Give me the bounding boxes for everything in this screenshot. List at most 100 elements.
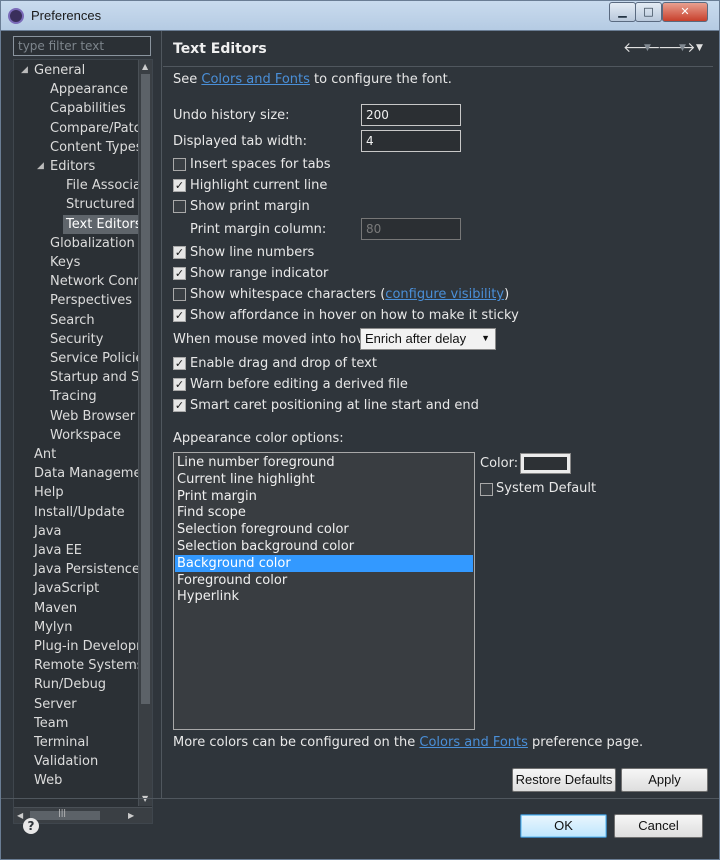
color-option-item[interactable]: Selection foreground color bbox=[175, 521, 473, 538]
tree-item[interactable]: Remote Systems bbox=[34, 656, 144, 675]
scroll-left-icon[interactable]: ◀ bbox=[17, 811, 23, 820]
tree-item[interactable]: Validation bbox=[34, 752, 98, 771]
tree-item[interactable]: Server bbox=[34, 695, 77, 714]
insert-spaces-checkbox[interactable] bbox=[173, 158, 186, 171]
tree-item[interactable]: Team bbox=[34, 714, 68, 733]
forward-dropdown-icon[interactable]: ▼ bbox=[679, 43, 686, 53]
system-default-label: System Default bbox=[496, 481, 597, 496]
tree-item-label: Ant bbox=[34, 447, 57, 462]
tab-width-input[interactable]: 4 bbox=[361, 130, 461, 152]
color-option-item[interactable]: Hyperlink bbox=[175, 588, 473, 605]
tree-item[interactable]: Data Management bbox=[34, 464, 152, 483]
tree-item[interactable]: Java Persistence bbox=[34, 560, 140, 579]
tree-item[interactable]: Tracing bbox=[50, 387, 97, 406]
tree-item[interactable]: Content Types bbox=[50, 138, 142, 157]
page-title: Text Editors bbox=[173, 41, 267, 57]
color-option-item[interactable]: Current line highlight bbox=[175, 471, 473, 488]
tree-item[interactable]: Terminal bbox=[34, 733, 89, 752]
tree-item[interactable]: Keys bbox=[50, 253, 80, 272]
tree-item[interactable]: Plug-in Development bbox=[34, 637, 152, 656]
cancel-button[interactable]: Cancel bbox=[614, 814, 703, 838]
tree-item[interactable]: Run/Debug bbox=[34, 675, 106, 694]
tree-item[interactable]: Install/Update bbox=[34, 503, 125, 522]
tree-item[interactable]: Java EE bbox=[34, 541, 82, 560]
tree-item-label: Maven bbox=[34, 600, 78, 616]
tree-item[interactable]: Web bbox=[34, 771, 62, 790]
print-margin-checkbox[interactable] bbox=[173, 200, 186, 213]
print-margin-label: Show print margin bbox=[190, 199, 310, 214]
line-numbers-checkbox[interactable]: ✓ bbox=[173, 246, 186, 259]
tree-item[interactable]: Security bbox=[50, 330, 103, 349]
color-option-item[interactable]: Background color bbox=[175, 554, 473, 572]
tree-item[interactable]: ◢ Editors bbox=[37, 157, 95, 176]
tree-item[interactable]: Service Policies bbox=[50, 349, 150, 368]
tree-item[interactable]: Help bbox=[34, 483, 64, 502]
filter-input[interactable]: type filter text bbox=[13, 36, 151, 56]
restore-defaults-button[interactable]: Restore Defaults bbox=[512, 768, 616, 792]
forward-arrow-icon[interactable]: 🡒 bbox=[658, 39, 696, 56]
tree-item-label: Remote Systems bbox=[34, 658, 144, 674]
warn-derived-checkbox[interactable]: ✓ bbox=[173, 378, 186, 391]
whitespace-checkbox[interactable] bbox=[173, 288, 186, 301]
expand-arrow-icon[interactable]: ◢ bbox=[37, 157, 47, 176]
tree-item-label: Appearance bbox=[50, 82, 129, 98]
tree-item-label: Perspectives bbox=[50, 293, 133, 309]
color-option-item[interactable]: Foreground color bbox=[175, 572, 473, 589]
tree-item[interactable]: Workspace bbox=[50, 426, 121, 445]
color-picker-button[interactable] bbox=[520, 453, 571, 474]
tree-vscroll-thumb[interactable] bbox=[141, 74, 150, 704]
tree-item[interactable]: Globalization bbox=[50, 234, 135, 253]
scroll-right-icon[interactable]: ▶ bbox=[128, 811, 134, 820]
tree-item[interactable]: Compare/Patch bbox=[50, 119, 149, 138]
preferences-tree[interactable]: ◢ General Appearance Capabilities Compare/Pa… bbox=[13, 59, 153, 824]
tree-item[interactable]: Search bbox=[50, 311, 95, 330]
tree-vertical-scrollbar[interactable]: ▲ ▼ bbox=[138, 60, 152, 806]
whitespace-label: Show whitespace characters (configure vi… bbox=[190, 287, 509, 302]
tree-item[interactable]: JavaScript bbox=[34, 579, 99, 598]
apply-button[interactable]: Apply bbox=[621, 768, 708, 792]
tree-item[interactable]: Java bbox=[34, 522, 61, 541]
tree-item-label: Web bbox=[34, 773, 63, 789]
color-option-item[interactable]: Line number foreground bbox=[175, 454, 473, 471]
hover-dropdown[interactable]: Enrich after delay ▼ bbox=[360, 328, 496, 350]
colors-and-fonts-link[interactable]: Colors and Fonts bbox=[201, 72, 310, 87]
range-indicator-checkbox[interactable]: ✓ bbox=[173, 267, 186, 280]
ok-button[interactable]: OK bbox=[520, 814, 607, 838]
undo-history-input[interactable]: 200 bbox=[361, 104, 461, 126]
tree-item[interactable]: Perspectives bbox=[50, 291, 132, 310]
close-button[interactable]: ✕ bbox=[662, 2, 708, 22]
maximize-button[interactable]: □ bbox=[635, 2, 662, 22]
color-option-item[interactable]: Selection background color bbox=[175, 538, 473, 555]
tree-item[interactable]: Maven bbox=[34, 599, 77, 618]
colors-and-fonts-link-2[interactable]: Colors and Fonts bbox=[419, 735, 528, 750]
scroll-up-icon[interactable]: ▲ bbox=[142, 62, 148, 71]
highlight-line-checkbox[interactable]: ✓ bbox=[173, 179, 186, 192]
drag-drop-checkbox[interactable]: ✓ bbox=[173, 357, 186, 370]
tree-item[interactable]: Capabilities bbox=[50, 99, 126, 118]
help-icon[interactable]: ? bbox=[23, 818, 39, 834]
color-option-item[interactable]: Find scope bbox=[175, 504, 473, 521]
system-default-checkbox[interactable] bbox=[480, 483, 493, 496]
minimize-button[interactable]: ▁ bbox=[609, 2, 636, 22]
pane-divider[interactable] bbox=[161, 31, 162, 798]
tree-item[interactable]: Ant bbox=[34, 445, 56, 464]
tree-item[interactable]: Mylyn bbox=[34, 618, 72, 637]
tree-hscroll-thumb[interactable]: ||| bbox=[30, 808, 100, 820]
configure-visibility-link[interactable]: configure visibility bbox=[385, 287, 504, 302]
color-option-item[interactable]: Print margin bbox=[175, 488, 473, 505]
back-dropdown-icon[interactable]: ▼ bbox=[644, 43, 651, 53]
tree-item-label: Run/Debug bbox=[34, 677, 107, 693]
print-margin-column-input[interactable]: 80 bbox=[361, 218, 461, 240]
see-prefix: See bbox=[173, 72, 202, 87]
color-options-list[interactable]: Line number foreground Current line highl… bbox=[173, 452, 475, 730]
tree-item[interactable]: ◢ General bbox=[21, 61, 85, 80]
expand-arrow-icon[interactable]: ◢ bbox=[21, 61, 31, 80]
tree-item[interactable]: Text Editors bbox=[63, 214, 145, 234]
tree-item[interactable]: Appearance bbox=[50, 80, 128, 99]
affordance-checkbox[interactable]: ✓ bbox=[173, 309, 186, 322]
back-arrow-icon[interactable]: 🡐 bbox=[623, 39, 661, 56]
view-menu-icon[interactable]: ▼ bbox=[696, 43, 703, 53]
tree-item[interactable]: Web Browser bbox=[50, 407, 135, 426]
preferences-dialog: type filter text ◢ General Appearance Capab… bbox=[0, 30, 720, 860]
smart-caret-checkbox[interactable]: ✓ bbox=[173, 399, 186, 412]
